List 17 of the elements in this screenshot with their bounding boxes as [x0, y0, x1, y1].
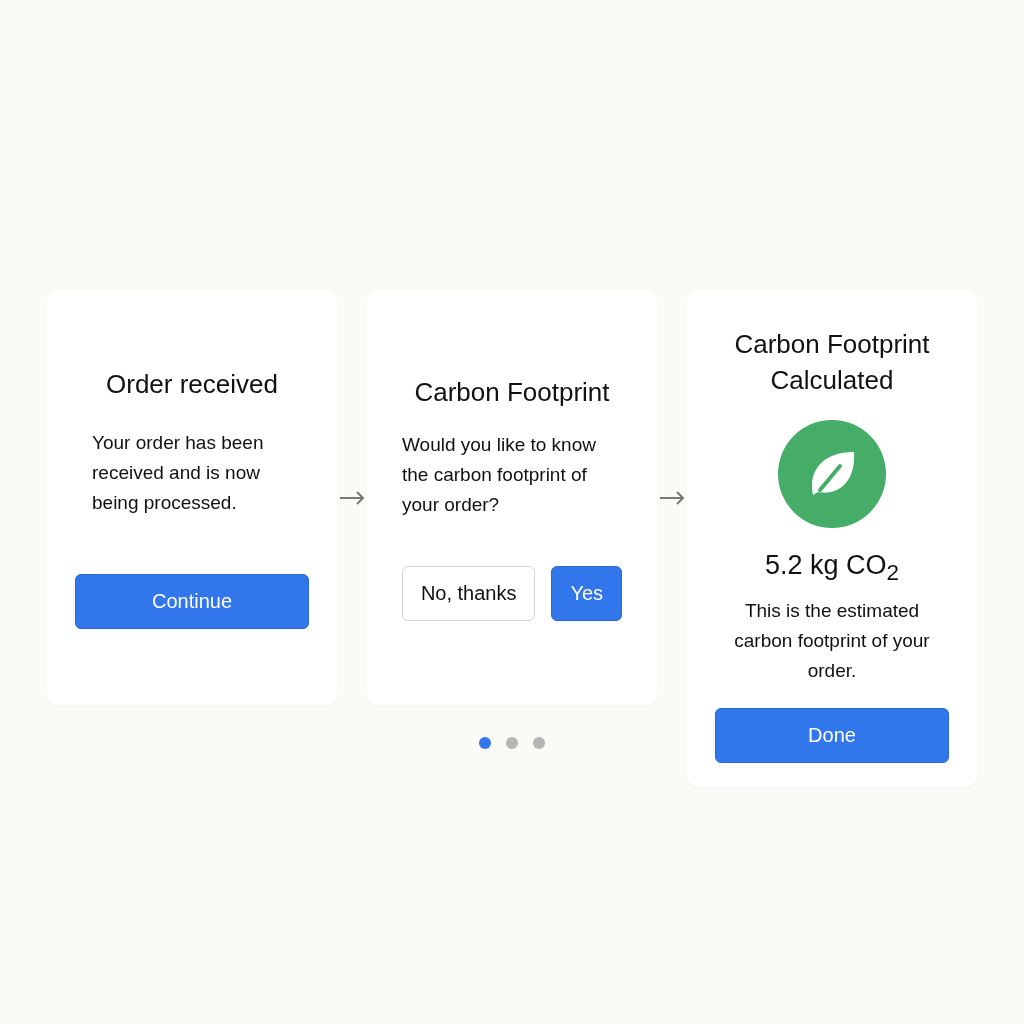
card-text: Would you like to know the carbon footprint of your order?: [402, 433, 597, 517]
card-text: This is the estimated carbon footprint of your order.: [733, 599, 931, 684]
card-text: Your order has been received and is now being processed.: [92, 431, 265, 515]
card-title: Carbon Footprint: [413, 376, 611, 409]
action-button[interactable]: Yes: [551, 566, 623, 621]
action-button[interactable]: Done: [715, 708, 949, 764]
card-title: Carbon Footprint Calculated: [733, 328, 931, 397]
page-dot[interactable]: [533, 737, 545, 749]
page-dot[interactable]: [479, 737, 491, 749]
page-dot[interactable]: [506, 737, 518, 749]
action-button[interactable]: Continue: [75, 574, 309, 629]
arrow-icon: [339, 490, 365, 505]
arrow-icon: [659, 490, 685, 505]
action-button[interactable]: No, thanks: [401, 566, 536, 621]
leaf-icon: [778, 420, 886, 528]
card-title: Order received: [105, 368, 279, 401]
footprint-value: 5.2 kg CO$_{2}$: [764, 550, 900, 587]
